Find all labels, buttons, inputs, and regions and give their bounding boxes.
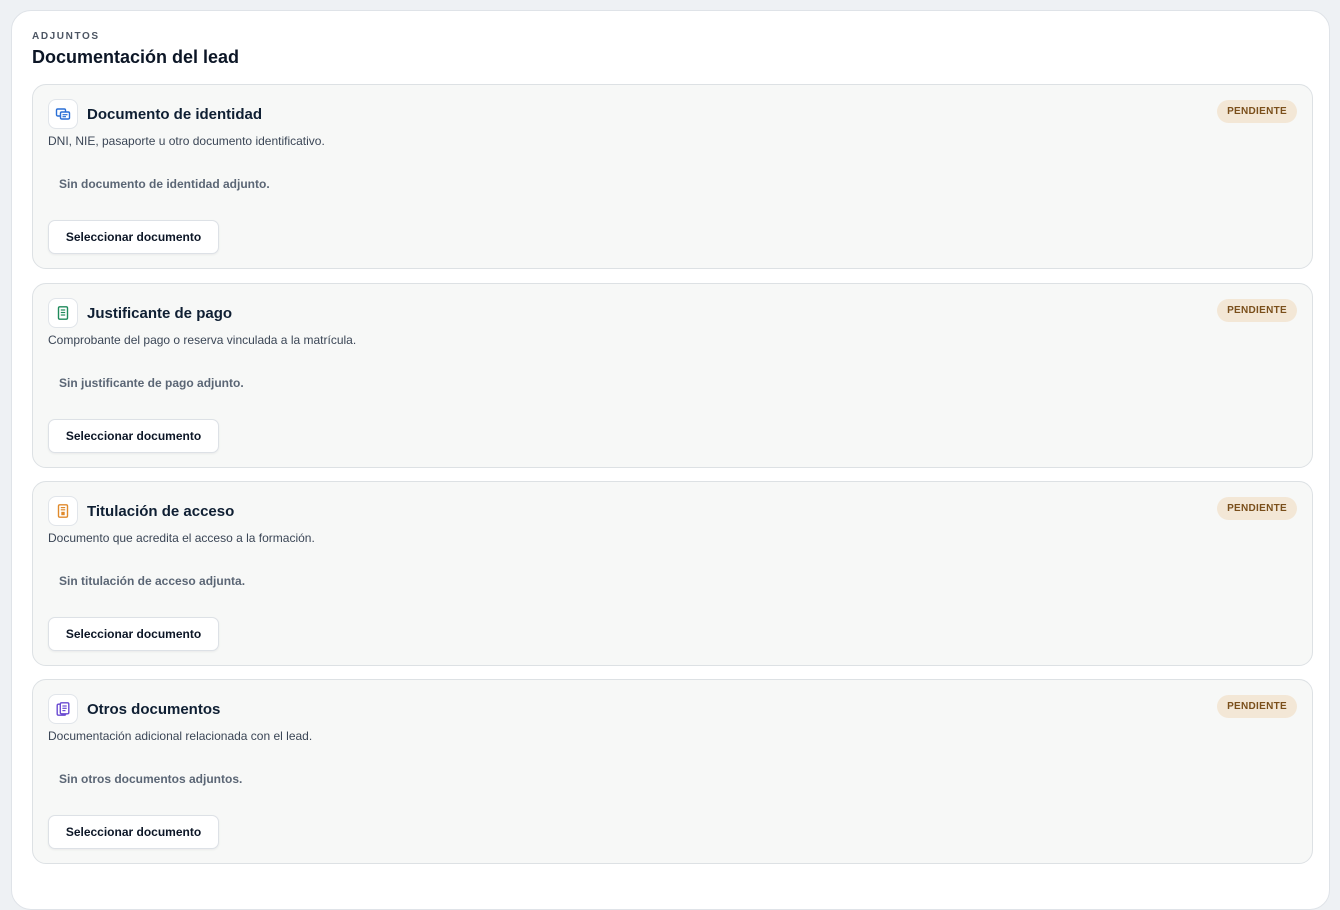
document-title: Titulación de acceso: [87, 503, 235, 520]
empty-state-note: Sin titulación de acceso adjunta.: [59, 574, 246, 588]
status-badge: PENDIENTE: [1217, 695, 1297, 718]
document-description: Documentación adicional relacionada con …: [48, 729, 313, 743]
empty-state-note: Sin documento de identidad adjunto.: [59, 177, 270, 191]
document-title: Otros documentos: [87, 701, 221, 718]
empty-state-note: Sin otros documentos adjuntos.: [59, 772, 243, 786]
certificate-icon: [48, 496, 78, 526]
status-badge: PENDIENTE: [1217, 100, 1297, 123]
document-description: Documento que acredita el acceso a la fo…: [48, 531, 315, 545]
section-eyebrow: ADJUNTOS: [32, 31, 100, 42]
select-document-button[interactable]: Seleccionar documento: [48, 815, 219, 849]
document-card-access: Titulación de acceso Documento que acred…: [32, 481, 1313, 666]
id-card-icon: [48, 99, 78, 129]
document-card-payment: Justificante de pago Comprobante del pag…: [32, 283, 1313, 468]
panel-title: Documentación del lead: [32, 47, 240, 67]
document-card-others: Otros documentos Documentación adicional…: [32, 679, 1313, 864]
status-badge: PENDIENTE: [1217, 299, 1297, 322]
attachments-panel: ADJUNTOS Documentación del lead Document…: [11, 10, 1330, 910]
status-badge: PENDIENTE: [1217, 497, 1297, 520]
document-title: Documento de identidad: [87, 106, 263, 123]
select-document-button[interactable]: Seleccionar documento: [48, 220, 219, 254]
document-title: Justificante de pago: [87, 305, 233, 322]
select-document-button[interactable]: Seleccionar documento: [48, 617, 219, 651]
document-description: Comprobante del pago o reserva vinculada…: [48, 333, 357, 347]
select-document-button[interactable]: Seleccionar documento: [48, 419, 219, 453]
document-description: DNI, NIE, pasaporte u otro documento ide…: [48, 134, 325, 148]
document-card-identity: Documento de identidad DNI, NIE, pasapor…: [32, 84, 1313, 269]
receipt-icon: [48, 298, 78, 328]
files-icon: [48, 694, 78, 724]
empty-state-note: Sin justificante de pago adjunto.: [59, 376, 244, 390]
